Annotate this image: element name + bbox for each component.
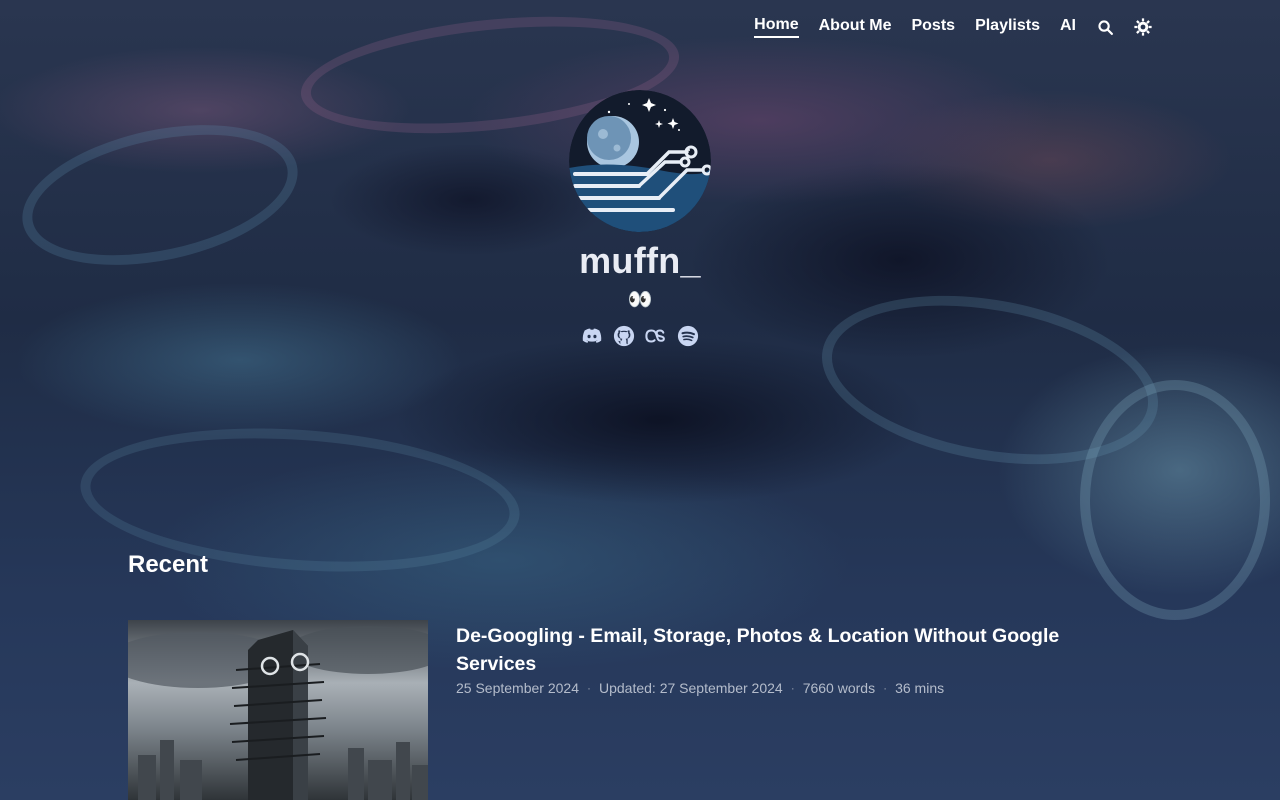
post-reading-time: 36 mins (895, 680, 945, 696)
meta-separator: · (883, 681, 888, 695)
discord-icon[interactable] (580, 324, 604, 348)
spotify-icon[interactable] (676, 324, 700, 348)
recent-heading: Recent (128, 551, 209, 578)
meta-separator: · (586, 681, 591, 695)
profile-section: muffn_ 👀 (0, 90, 1280, 348)
profile-name: muffn_ (579, 240, 701, 281)
social-links (580, 324, 700, 348)
profile-subtitle: 👀 (627, 289, 653, 311)
background-swirl (1080, 380, 1270, 620)
avatar (569, 90, 711, 232)
post-date: 25 September 2024 (456, 680, 579, 696)
nav-link-home[interactable]: Home (754, 16, 799, 38)
github-icon[interactable] (612, 324, 636, 348)
post-title[interactable]: De-Googling - Email, Storage, Photos & L… (456, 622, 1116, 678)
theme-toggle-icon[interactable] (1134, 18, 1152, 36)
post-body: De-Googling - Email, Storage, Photos & L… (456, 620, 1116, 800)
post-word-count: 7660 words (802, 680, 876, 696)
nav-link-playlists[interactable]: Playlists (975, 17, 1040, 37)
post-meta: 25 September 2024 · Updated: 27 Septembe… (456, 680, 1116, 696)
post-card[interactable]: De-Googling - Email, Storage, Photos & L… (128, 620, 1152, 800)
nav-link-ai[interactable]: AI (1060, 17, 1076, 37)
lastfm-icon[interactable] (644, 324, 668, 348)
page-background: Home About Me Posts Playlists AI muffn_ … (0, 0, 1280, 800)
post-updated: Updated: 27 September 2024 (598, 680, 783, 696)
search-icon[interactable] (1096, 18, 1114, 36)
post-thumbnail[interactable] (128, 620, 428, 800)
main-navigation: Home About Me Posts Playlists AI (754, 16, 1152, 38)
nav-link-about-me[interactable]: About Me (819, 17, 892, 37)
nav-link-posts[interactable]: Posts (911, 17, 955, 37)
meta-separator: · (790, 681, 795, 695)
